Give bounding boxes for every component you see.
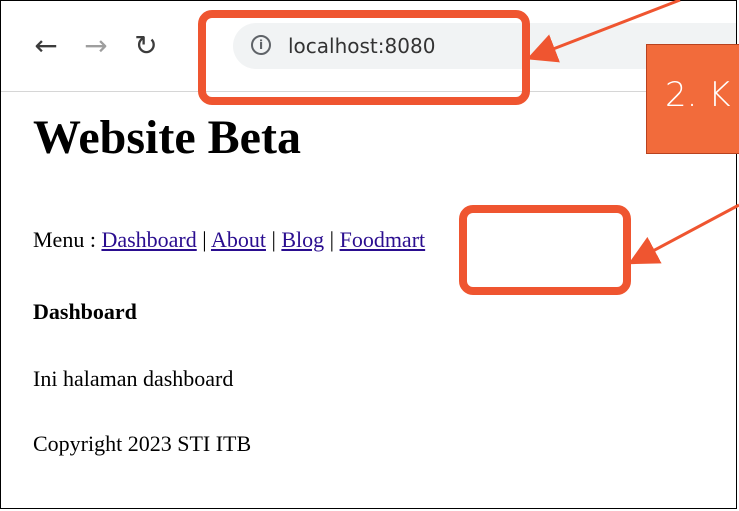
arrow-to-link xyxy=(628,203,739,265)
arrow-to-url xyxy=(526,0,681,63)
annotation-arrows xyxy=(526,0,739,265)
